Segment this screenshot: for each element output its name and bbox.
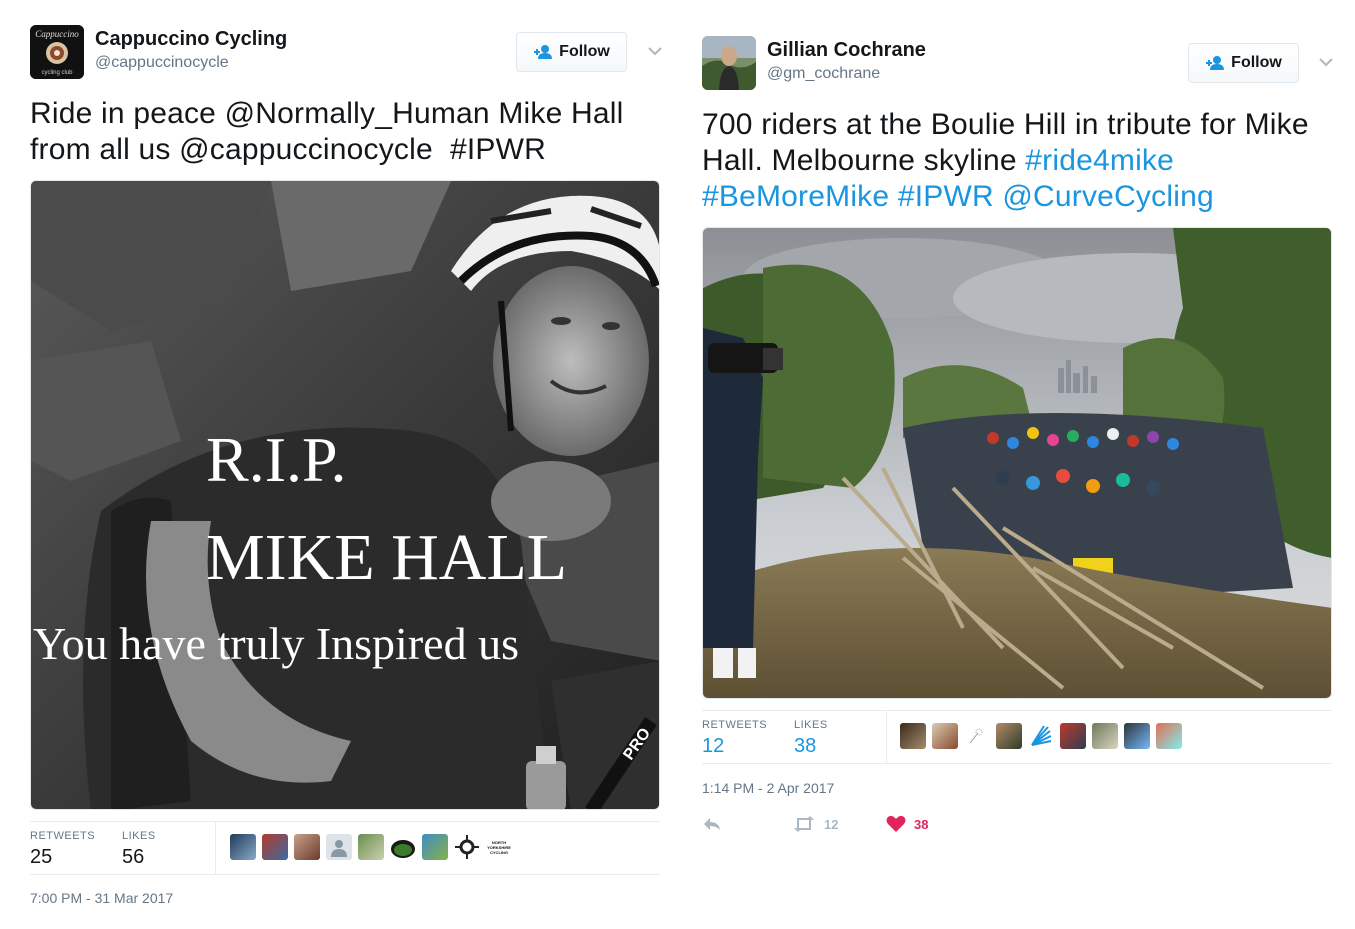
likers-avatars: NORTH YORKSHIRE CYCLING [230, 834, 512, 860]
tweet-stats: RETWEETS 12 LIKES 38 [702, 710, 1332, 764]
retweet-count: 12 [824, 816, 839, 832]
chevron-down-icon[interactable] [646, 42, 664, 60]
avatar[interactable] [1092, 723, 1118, 749]
retweets-stat[interactable]: RETWEETS 12 [702, 719, 767, 758]
tweet-timestamp[interactable]: 7:00 PM - 31 Mar 2017 [30, 890, 173, 906]
tweet-text-part: 700 riders at the Boulie Hill in tribute… [702, 108, 1309, 177]
likes-label: LIKES [794, 719, 828, 731]
follow-button[interactable]: Follow [516, 32, 627, 72]
like-count: 38 [914, 816, 929, 832]
mention-link[interactable]: @Normally_Human [225, 97, 490, 130]
retweets-label: RETWEETS [30, 830, 96, 842]
avatar[interactable] [294, 834, 320, 860]
hashtag-link[interactable]: #ride4mike [1025, 144, 1174, 177]
tweet-stats: RETWEETS 25 LIKES 56 NORTH YORKSHIRE CYC… [30, 821, 660, 875]
likes-label: LIKES [122, 830, 156, 842]
tweet-text-part: Ride in peace [30, 97, 225, 130]
profile-photo-image [702, 36, 756, 90]
avatar[interactable] [996, 723, 1022, 749]
cappuccino-logo-icon: Cappuccino cycling club [30, 25, 84, 79]
frog-icon [391, 840, 415, 858]
likers-avatars [900, 723, 1182, 749]
retweet-icon [794, 816, 814, 832]
likes-count: 56 [122, 846, 145, 868]
avatar[interactable] [932, 723, 958, 749]
mention-link[interactable]: @CurveCycling [1002, 180, 1213, 213]
avatar[interactable] [390, 834, 416, 860]
likes-stat[interactable]: LIKES 38 [794, 719, 828, 758]
likes-stat[interactable]: LIKES 56 [122, 830, 156, 869]
dandelion-icon [969, 728, 983, 744]
avatar[interactable] [422, 834, 448, 860]
retweets-stat[interactable]: RETWEETS 25 [30, 830, 95, 869]
avatar[interactable] [1156, 723, 1182, 749]
avatar[interactable] [326, 834, 352, 860]
divider [886, 711, 887, 763]
avatar[interactable] [230, 834, 256, 860]
crowd-photo-image [703, 228, 1331, 698]
fan-logo-icon [1031, 725, 1052, 746]
retweets-count: 25 [30, 846, 53, 868]
default-user-icon [331, 840, 347, 857]
avatar[interactable] [1124, 723, 1150, 749]
user-handle[interactable]: @cappuccinocycle [95, 54, 229, 72]
tweet-image[interactable]: PRO R.I.P. MIKE HALL You have truly Insp… [30, 180, 660, 810]
display-name[interactable]: Gillian Cochrane [767, 39, 926, 62]
avatar[interactable]: Cappuccino cycling club [30, 25, 84, 79]
image-caption-line: R.I.P. [206, 424, 347, 495]
user-handle[interactable]: @gm_cochrane [767, 65, 880, 83]
avatar[interactable] [1060, 723, 1086, 749]
hashtag-link[interactable]: #BeMoreMike [702, 180, 889, 213]
display-name[interactable]: Cappuccino Cycling [95, 28, 287, 51]
reply-icon [704, 818, 720, 830]
image-caption-line: You have truly Inspired us [33, 618, 519, 669]
chevron-down-icon[interactable] [1317, 53, 1335, 71]
retweets-count: 12 [702, 735, 725, 757]
reply-button[interactable] [702, 815, 722, 833]
likes-count: 38 [794, 735, 817, 757]
svg-text:Cappuccino: Cappuccino [35, 29, 79, 39]
tweet-text: Ride in peace @Normally_Human Mike Hall … [30, 96, 660, 168]
follow-user-icon [534, 45, 553, 59]
avatar[interactable] [358, 834, 384, 860]
avatar[interactable] [702, 36, 756, 90]
image-caption-line: MIKE HALL [206, 521, 567, 594]
avatar[interactable] [900, 723, 926, 749]
follow-label: Follow [559, 43, 610, 60]
gear-icon [455, 835, 479, 859]
rip-photo-image: PRO R.I.P. MIKE HALL You have truly Insp… [31, 181, 659, 809]
tweet-text-part [433, 133, 450, 166]
heart-icon [886, 815, 906, 832]
follow-button[interactable]: Follow [1188, 43, 1299, 83]
tweet-timestamp[interactable]: 1:14 PM - 2 Apr 2017 [702, 780, 834, 796]
hashtag-link[interactable]: #IPWR [898, 180, 994, 213]
avatar[interactable] [1028, 723, 1054, 749]
like-button[interactable]: 38 [886, 815, 928, 833]
avatar[interactable]: NORTH YORKSHIRE CYCLING [486, 834, 512, 860]
mention-link[interactable]: @cappuccinocycle [179, 133, 433, 166]
svg-text:cycling club: cycling club [41, 70, 73, 76]
tweet-image[interactable] [702, 227, 1332, 699]
retweets-label: RETWEETS [702, 719, 768, 731]
divider [215, 822, 216, 874]
follow-user-icon [1206, 56, 1225, 70]
retweet-button[interactable]: 12 [792, 815, 838, 833]
tweet-text: 700 riders at the Boulie Hill in tribute… [702, 107, 1342, 215]
avatar[interactable] [964, 723, 990, 749]
hashtag-link[interactable]: #IPWR [450, 133, 546, 166]
avatar[interactable] [262, 834, 288, 860]
avatar[interactable] [454, 834, 480, 860]
follow-label: Follow [1231, 54, 1282, 71]
